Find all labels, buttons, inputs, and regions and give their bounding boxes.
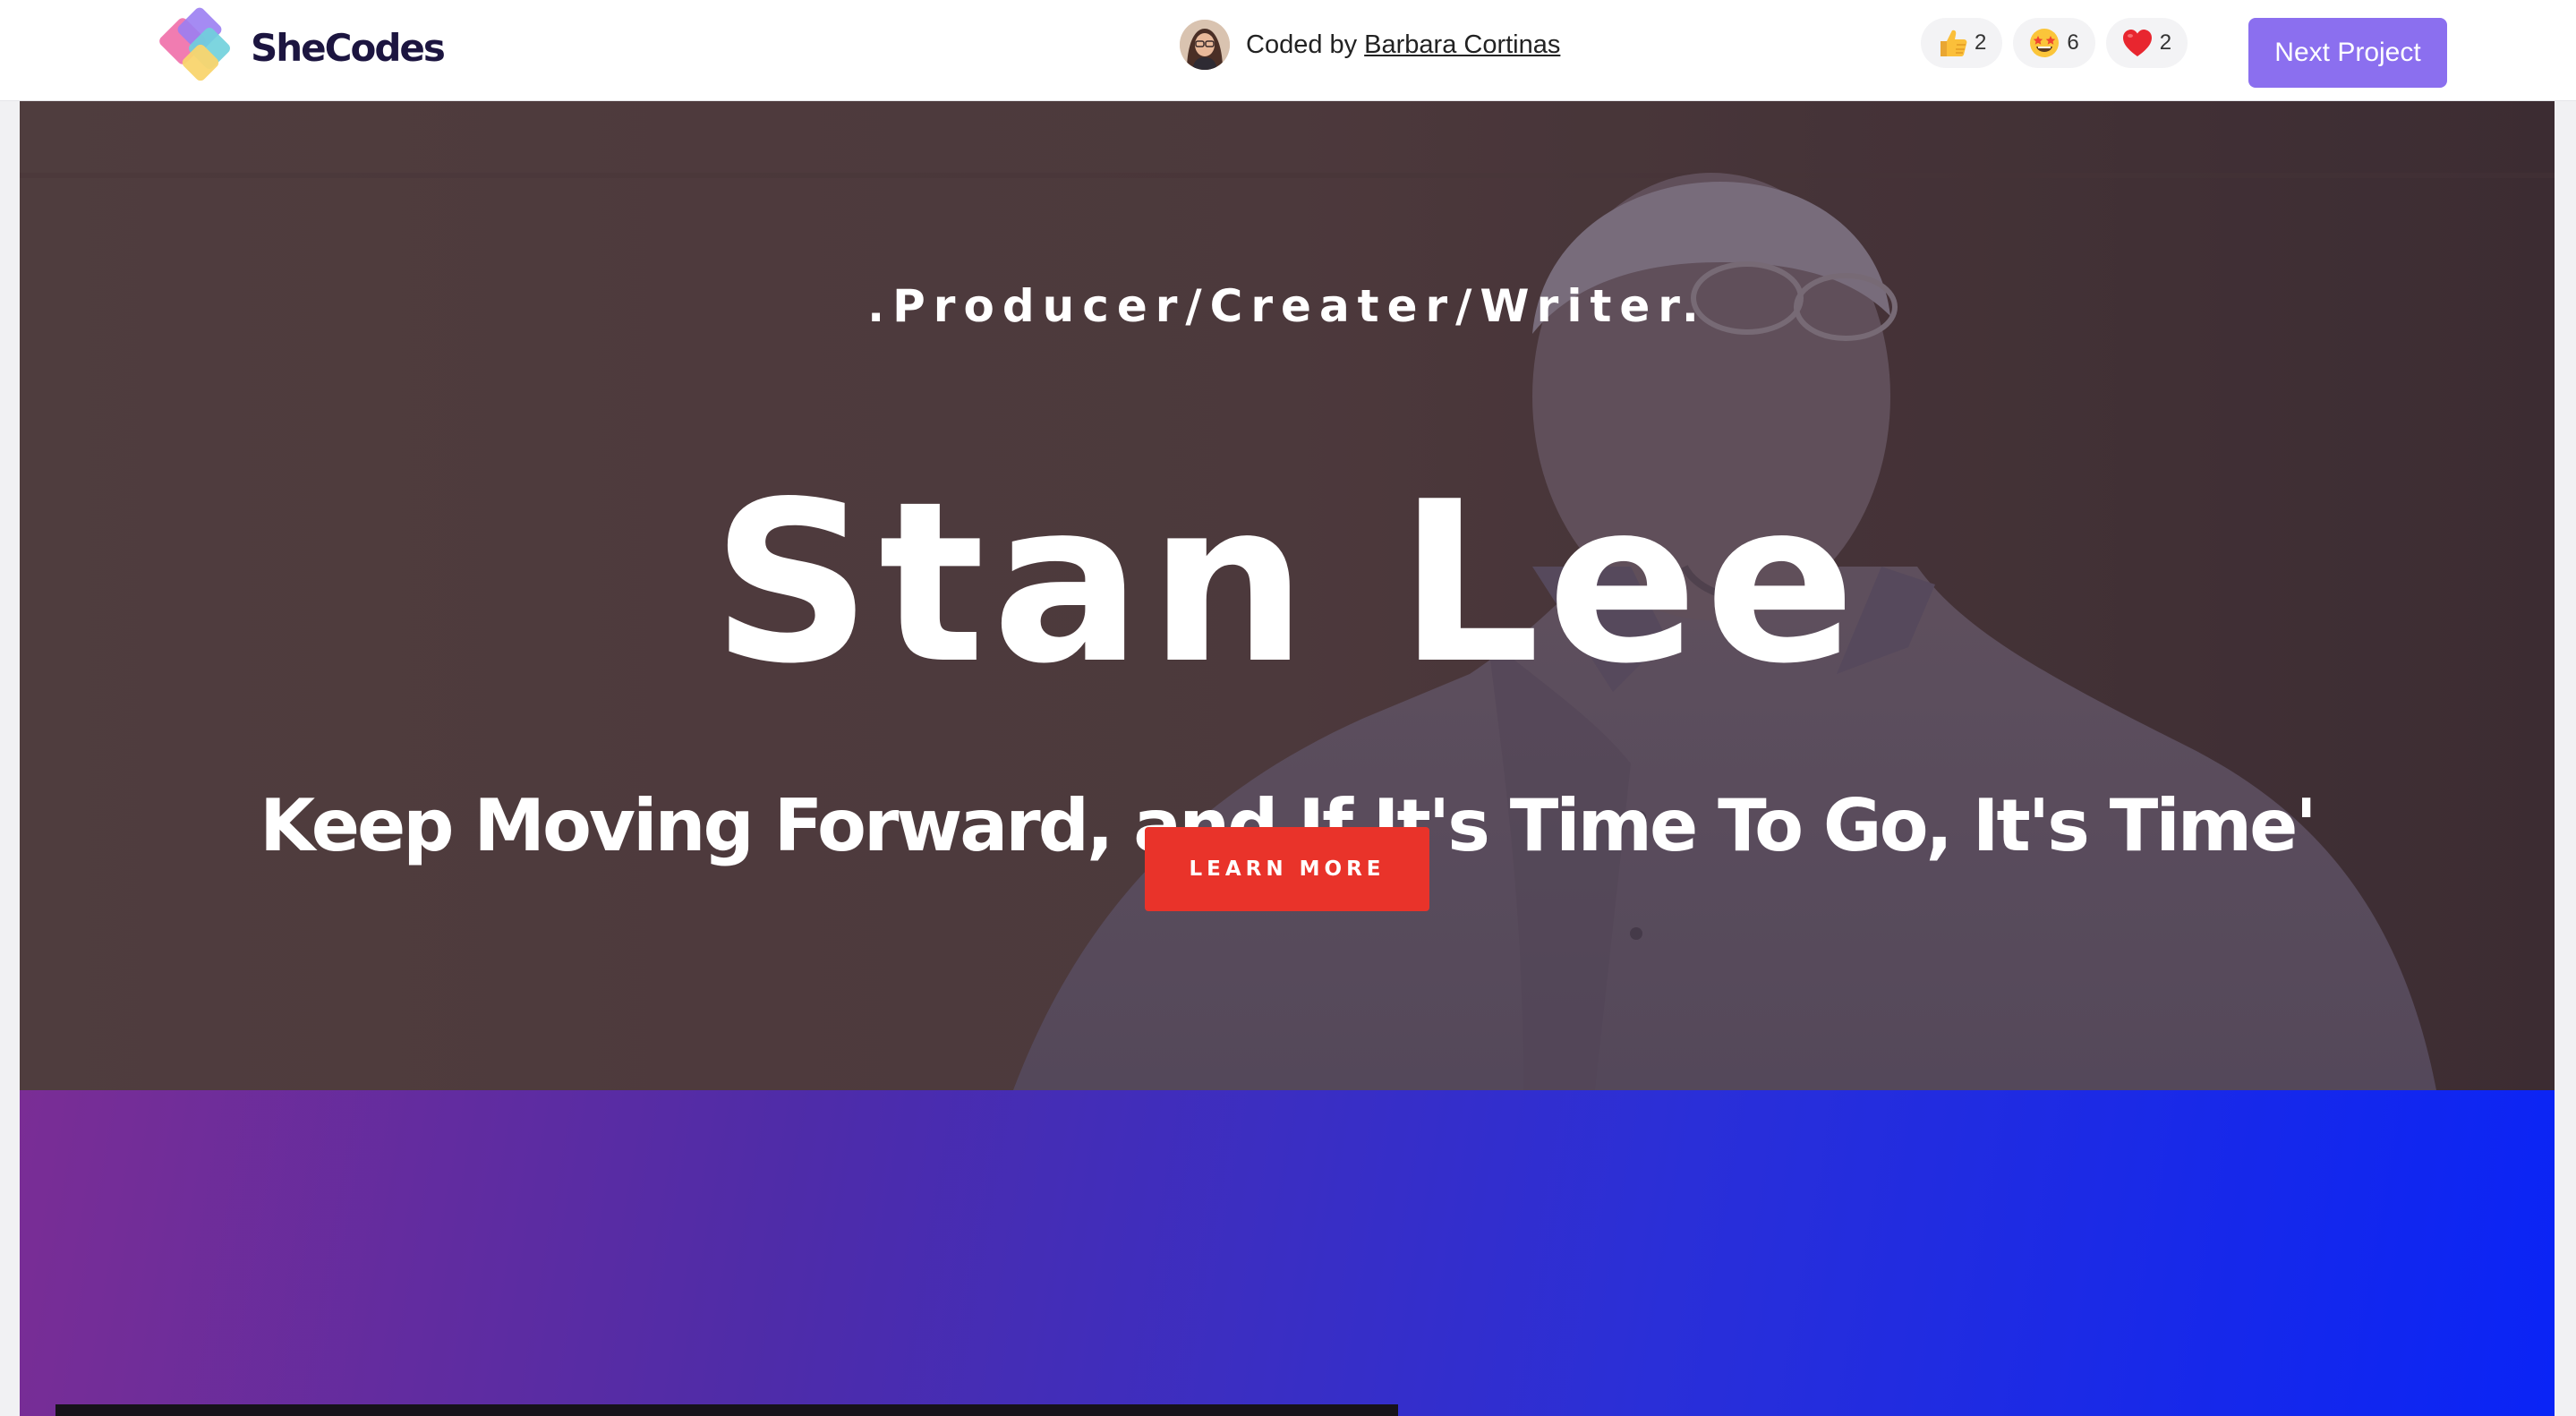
author-link[interactable]: Barbara Cortinas: [1364, 30, 1560, 60]
author-credit: Coded by Barbara Cortinas: [1180, 19, 1560, 71]
gallery-image: [55, 1404, 1398, 1416]
reactions-bar: 2 6 2: [1921, 18, 2188, 68]
star-struck-icon: [2030, 29, 2060, 57]
credit-prefix: Coded by: [1246, 30, 1358, 59]
hero-title: Stan Lee: [712, 455, 1863, 712]
thumbs-up-icon: [1941, 30, 1967, 56]
learn-more-button[interactable]: LEARN MORE: [1145, 827, 1429, 911]
avatar: [1180, 20, 1230, 70]
reaction-thumbs-up[interactable]: 2: [1921, 18, 2003, 68]
reaction-count: 6: [2067, 30, 2079, 55]
author-avatar-icon: [1180, 20, 1230, 70]
next-project-button[interactable]: Next Project: [2248, 18, 2447, 88]
brand-name: SheCodes: [251, 25, 446, 70]
hero-section: .Producer/Creater/Writer. Stan Lee Keep …: [20, 101, 2555, 1090]
reaction-star-struck[interactable]: 6: [2013, 18, 2095, 68]
reaction-count: 2: [2159, 30, 2172, 55]
reaction-count: 2: [1975, 30, 1987, 55]
top-bar: SheCodes Coded by Barbara Cortinas 2 6 2…: [0, 0, 2576, 101]
shecodes-logo-icon: [159, 7, 230, 81]
gradient-section: [20, 1090, 2555, 1416]
brand-logo[interactable]: SheCodes: [159, 7, 446, 88]
reaction-heart[interactable]: 2: [2105, 18, 2188, 68]
hero-kicker: .Producer/Creater/Writer.: [867, 280, 1707, 332]
heart-icon: [2122, 30, 2152, 56]
